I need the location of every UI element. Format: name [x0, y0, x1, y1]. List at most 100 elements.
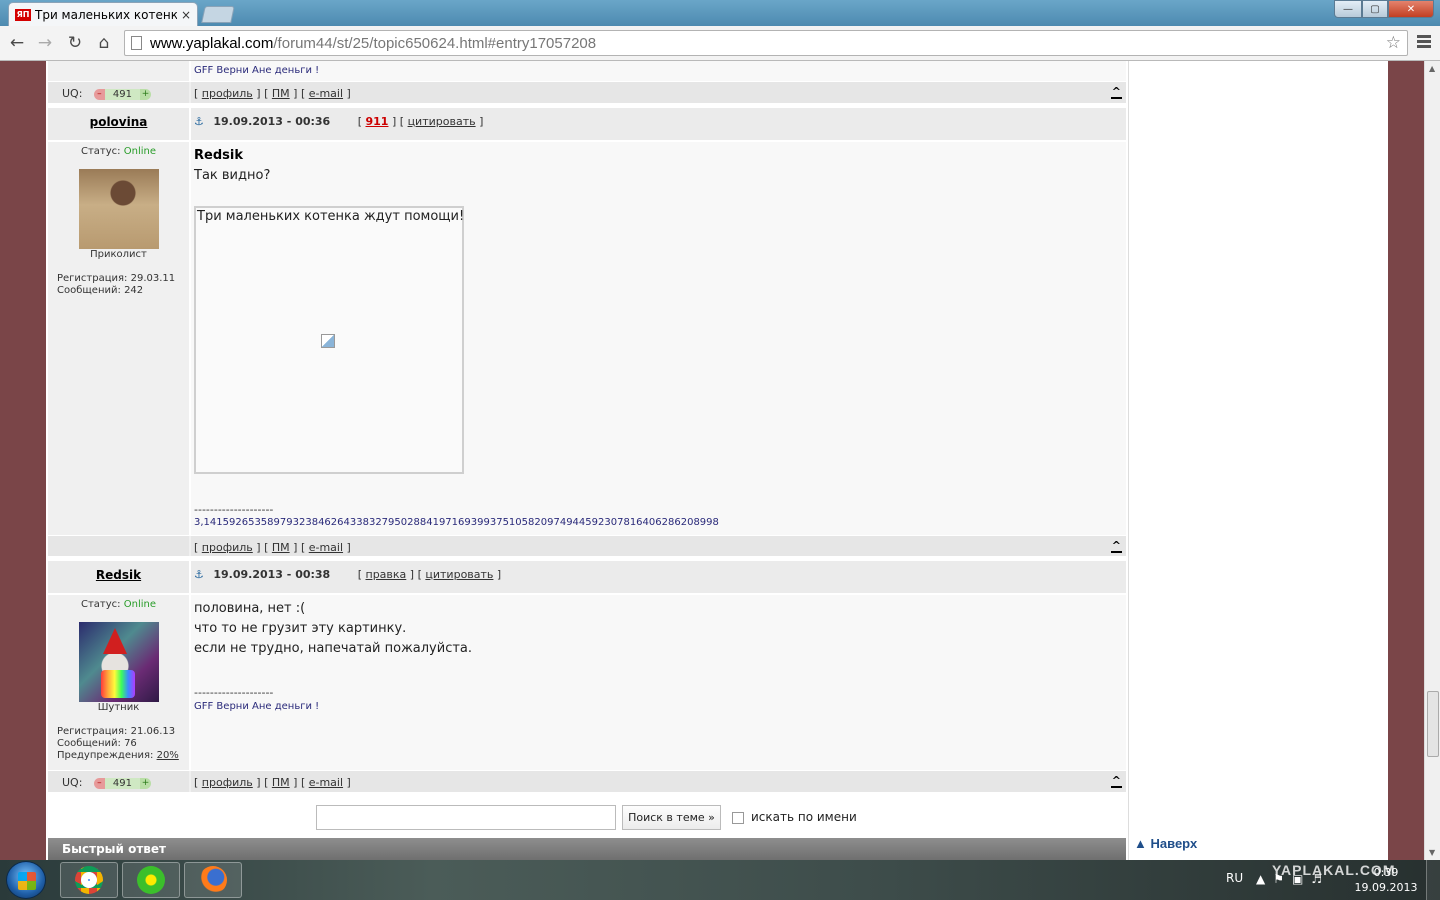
pm-link[interactable]: ПМ [272, 87, 290, 100]
anchor-icon[interactable]: ⚓ [194, 568, 204, 581]
post-header: Redsik ⚓ 19.09.2013 - 00:38 [ правка ] [… [48, 561, 1126, 593]
system-clock[interactable]: 0:39 19.09.2013 [1350, 865, 1422, 895]
anchor-icon[interactable]: ⚓ [194, 115, 204, 128]
home-icon[interactable]: ⌂ [93, 32, 115, 54]
post-line: если не трудно, напечатай пожалуйста. [194, 641, 473, 656]
url-host: www.yaplakal.com [150, 34, 274, 52]
reload-icon[interactable]: ↻ [64, 32, 86, 54]
tray-expand-icon[interactable]: ▲ [1256, 872, 1273, 886]
vertical-scrollbar[interactable]: ▲ ▼ [1424, 61, 1440, 860]
edit-link[interactable]: правка [366, 568, 407, 581]
back-to-top-link[interactable]: ▲ Наверх [1134, 836, 1197, 851]
quote-link[interactable]: цитировать [425, 568, 493, 581]
post-line: половина, нет :( [194, 601, 306, 616]
pm-link[interactable]: ПМ [272, 776, 290, 789]
avatar[interactable] [79, 622, 159, 702]
profile-link[interactable]: профиль [202, 776, 253, 789]
taskbar-firefox[interactable] [184, 862, 242, 898]
to-top-button[interactable]: ^ [1110, 86, 1122, 99]
clock-date: 19.09.2013 [1354, 881, 1418, 894]
post-text: половина, нет :( что то не грузит эту ка… [194, 599, 472, 659]
quote-link[interactable]: цитировать [408, 115, 476, 128]
to-top-button[interactable]: ^ [1110, 540, 1122, 553]
volume-icon[interactable]: ♬ [1311, 872, 1330, 886]
email-link[interactable]: e-mail [309, 87, 343, 100]
topic-search: Поиск в теме » искать по имени [48, 797, 1126, 837]
tab-title: Три маленьких котенка [35, 7, 177, 22]
search-by-name-checkbox[interactable] [732, 812, 744, 824]
user-status: Статус: Online [81, 599, 156, 610]
up-triangle-icon: ▲ [1134, 836, 1147, 851]
minimize-button[interactable]: — [1334, 0, 1362, 18]
forward-arrow-icon[interactable]: → [34, 32, 56, 54]
email-link[interactable]: e-mail [309, 776, 343, 789]
profile-link[interactable]: профиль [202, 87, 253, 100]
page-icon [131, 36, 142, 50]
chrome-icon [75, 866, 103, 894]
post-signature: 3,14159265358979323846264338327950288419… [194, 517, 719, 528]
to-top-button[interactable]: ^ [1110, 775, 1122, 788]
post-body: Статус: Online Шутник Регистрация: 21.06… [48, 595, 1126, 770]
user-links: [ профиль ] [ ПМ ] [ e-mail ] [194, 776, 351, 789]
post-meta: ⚓ 19.09.2013 - 00:36 [ 911 ] [ цитироват… [194, 115, 484, 128]
tab-close-icon[interactable]: × [181, 8, 191, 22]
window-controls: — ▢ ✕ [1334, 0, 1434, 18]
post-author-link[interactable]: polovina [48, 115, 189, 129]
post-header: polovina ⚓ 19.09.2013 - 00:36 [ 911 ] [ … [48, 108, 1126, 140]
language-indicator[interactable]: RU [1226, 871, 1243, 885]
post-signature: GFF Верни Ане деньги ! [194, 701, 320, 712]
signature-separator: -------------------- [194, 686, 274, 699]
scrollbar-thumb[interactable] [1427, 691, 1439, 757]
start-button[interactable] [6, 861, 46, 899]
bookmark-star-icon[interactable]: ☆ [1386, 33, 1401, 53]
reputation-widget: – 491 + [93, 777, 152, 789]
show-desktop-button[interactable] [1426, 860, 1440, 900]
new-tab-button[interactable] [201, 6, 235, 23]
profile-link[interactable]: профиль [202, 541, 253, 554]
post-footer-bar: [ профиль ] [ ПМ ] [ e-mail ] ^ [48, 536, 1126, 556]
user-links: [ профиль ] [ ПМ ] [ e-mail ] [194, 541, 351, 554]
scroll-up-icon[interactable]: ▲ [1429, 64, 1435, 73]
broken-image-icon [321, 334, 335, 348]
email-link[interactable]: e-mail [309, 541, 343, 554]
browser-tab[interactable]: ЯП Три маленьких котенка × [8, 2, 198, 26]
flag-icon[interactable]: ⚑ [1273, 872, 1292, 886]
network-icon[interactable]: ▣ [1292, 872, 1311, 886]
quoted-nick: Redsik [194, 148, 243, 163]
tray-icons: ▲⚑▣♬ [1256, 872, 1330, 886]
search-button[interactable]: Поиск в теме » [622, 805, 721, 830]
post-date: 19.09.2013 - 00:36 [213, 115, 331, 128]
close-window-button[interactable]: ✕ [1388, 0, 1434, 18]
image-alt-text: Три маленьких котенка ждут помощи! [197, 209, 465, 224]
chrome-menu-icon[interactable] [1417, 35, 1431, 50]
post-karma-link[interactable]: 911 [366, 115, 389, 128]
post-footer-bar: UQ: – 491 + [ профиль ] [ ПМ ] [ e-mail … [48, 82, 1126, 103]
prev-post-tail: GFF Верни Ане деньги ! [48, 61, 1126, 81]
rep-plus-button[interactable]: + [140, 777, 152, 789]
taskbar-chrome[interactable] [60, 862, 118, 898]
address-bar[interactable]: www.yaplakal.com /forum44/st/25/topic650… [124, 30, 1408, 56]
user-stats: Регистрация: 29.03.11 Сообщений: 242 [57, 273, 176, 296]
pm-link[interactable]: ПМ [272, 541, 290, 554]
rep-minus-button[interactable]: – [93, 88, 105, 100]
url-path: /forum44/st/25/topic650624.html#entry170… [273, 34, 597, 52]
post-footer-bar: UQ: – 491 + [ профиль ] [ ПМ ] [ e-mail … [48, 771, 1126, 792]
warnings-link[interactable]: 20% [157, 750, 179, 761]
scroll-down-icon[interactable]: ▼ [1429, 848, 1435, 857]
search-input[interactable] [316, 805, 616, 830]
favicon: ЯП [15, 8, 31, 21]
back-arrow-icon[interactable]: ← [6, 32, 28, 54]
avatar[interactable] [79, 169, 159, 249]
maximize-button[interactable]: ▢ [1362, 0, 1388, 18]
post-body: Статус: Online Приколист Регистрация: 29… [48, 142, 1126, 535]
uq-rating: UQ: – 491 + [62, 776, 152, 789]
rep-minus-button[interactable]: – [93, 777, 105, 789]
uq-label: UQ: [62, 87, 83, 100]
windows-logo-icon [18, 872, 36, 890]
rep-plus-button[interactable]: + [140, 88, 152, 100]
firefox-icon [199, 866, 227, 894]
user-rank: Шутник [97, 702, 140, 713]
taskbar-icq[interactable] [122, 862, 180, 898]
broken-image[interactable]: Три маленьких котенка ждут помощи! [194, 206, 464, 474]
post-author-link[interactable]: Redsik [48, 568, 189, 582]
